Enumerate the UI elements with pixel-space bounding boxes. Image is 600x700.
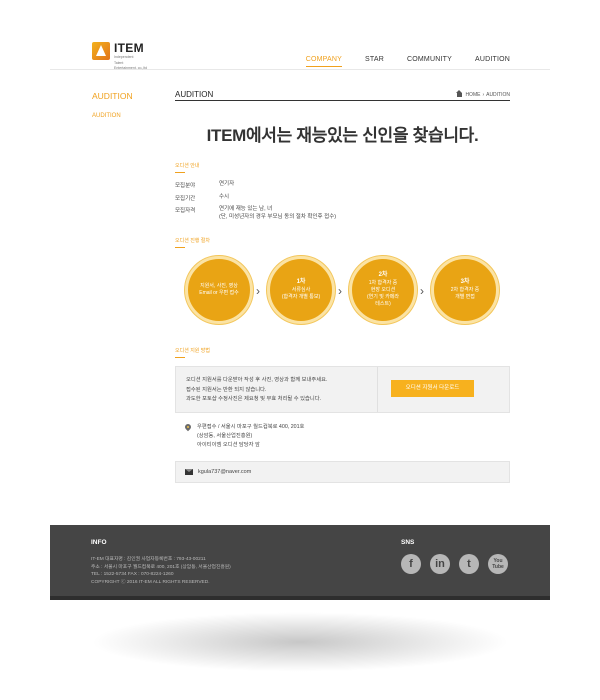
footer-line: IT-EM 대표자명 : 김인권 사업자등록번호 : 793-43-00211 bbox=[91, 557, 206, 562]
post-line: (상암동, 서울산업진흥원) bbox=[197, 433, 253, 439]
sidebar-title: AUDITION bbox=[92, 91, 133, 101]
apply-text-line: 오디션 지원서를 다운받아 작성 후 사진, 영상과 함께 보내주세요. bbox=[186, 377, 328, 383]
apply-text-line: 과도한 포토샵 수정사진은 제요청 및 무효 처리될 수 있습니다. bbox=[186, 396, 322, 402]
info-value: 연기자 bbox=[219, 181, 235, 187]
step-text: 1차 합격자 중 bbox=[368, 280, 398, 286]
linkedin-icon[interactable]: in bbox=[430, 554, 450, 574]
chevron-right-icon: › bbox=[420, 284, 424, 298]
info-value: 수시 bbox=[219, 194, 230, 200]
logo[interactable]: ITEM Independent Talent Entertainment. c… bbox=[92, 42, 147, 71]
step-text: Email or 우편 접수 bbox=[199, 290, 239, 296]
nav-item-company[interactable]: COMPANY bbox=[306, 56, 342, 67]
nav-item-community[interactable]: COMMUNITY bbox=[407, 56, 452, 67]
post-address: 우편접수 / 서울시 마포구 월드컵북로 400, 201호 (상암동, 서울산… bbox=[185, 423, 304, 450]
youtube-icon[interactable]: You Tube bbox=[488, 554, 508, 574]
location-pin-icon bbox=[185, 424, 191, 431]
info-key: 모집자격 bbox=[175, 208, 196, 214]
apply-info-box: 오디션 지원서를 다운받아 작성 후 사진, 영상과 함께 보내주세요. 접수된… bbox=[175, 366, 510, 413]
step-text: 테스트) bbox=[375, 301, 391, 307]
email-link[interactable]: kgula737@naver.com bbox=[198, 469, 251, 475]
logo-subtitle-1: Independent bbox=[114, 55, 134, 59]
post-line: 아이티이엠 오디션 담당자 앞 bbox=[197, 442, 260, 448]
process-step-apply: 지원서, 사진, 영상 Email or 우편 접수 bbox=[185, 256, 253, 324]
chevron-right-icon: › bbox=[338, 284, 342, 298]
step-number: 3차 bbox=[460, 279, 470, 285]
sidebar-item-audition[interactable]: AUDITION bbox=[92, 113, 121, 119]
footer: INFO IT-EM 대표자명 : 김인권 사업자등록번호 : 793-43-0… bbox=[50, 525, 550, 600]
info-value-note: (단, 미성년자의 경우 부모님 동의 절차 확인후 접수) bbox=[219, 213, 337, 220]
info-key: 모집분야 bbox=[175, 183, 196, 189]
footer-line: 주소 : 서울시 마포구 월드컵북로 400, 201호 (상암동, 서울산업진… bbox=[91, 564, 231, 570]
step-number: 2차 bbox=[378, 272, 388, 278]
twitter-icon[interactable]: t bbox=[459, 554, 479, 574]
home-icon[interactable] bbox=[456, 90, 463, 97]
main-nav: COMPANY STAR COMMUNITY AUDITION bbox=[283, 56, 510, 67]
breadcrumb-separator: › bbox=[482, 92, 485, 98]
mail-icon bbox=[185, 469, 193, 475]
footer-copyright: COPYRIGHT ⓒ 2016 IT-EM ALL RIGHTS RESERV… bbox=[91, 579, 210, 585]
header: ITEM Independent Talent Entertainment. c… bbox=[50, 0, 550, 70]
breadcrumb-home[interactable]: HOME bbox=[465, 92, 480, 98]
page: ITEM Independent Talent Entertainment. c… bbox=[0, 0, 600, 700]
title-divider bbox=[175, 100, 510, 101]
process-step-3: 3차 2차 합격자 중 개별 면접 bbox=[431, 256, 499, 324]
process-label: 오디션 진행 절차 bbox=[175, 237, 210, 248]
step-text: 2차 합격자 중 bbox=[450, 287, 480, 293]
process-step-2: 2차 1차 합격자 중 현장 오디션 (연기 및 카메라 테스트) bbox=[349, 256, 417, 324]
logo-subtitle-2: Talent bbox=[114, 60, 124, 65]
post-line: 우편접수 / 서울시 마포구 월드컵북로 400, 201호 bbox=[197, 424, 305, 430]
info-value: 연기에 재능 있는 남, 녀 bbox=[219, 206, 273, 212]
email-box: kgula737@naver.com bbox=[175, 461, 510, 483]
page-title: AUDITION bbox=[175, 90, 214, 99]
step-number: 1차 bbox=[296, 279, 306, 285]
process-step-1: 1차 서류심사 (합격자 개별 통보) bbox=[267, 256, 335, 324]
logo-icon bbox=[92, 42, 110, 60]
guide-label: 오디션 안내 bbox=[175, 162, 199, 173]
info-row-qualification: 모집자격 연기에 재능 있는 남, 녀 (단, 미성년자의 경우 부모님 동의 … bbox=[175, 206, 336, 221]
step-text: 개별 면접 bbox=[455, 294, 475, 300]
download-application-button[interactable]: 오디션 지원서 다운로드 bbox=[391, 380, 474, 397]
step-text: 지원서, 사진, 영상 bbox=[200, 283, 238, 289]
step-text: 서류심사 bbox=[291, 287, 311, 293]
chevron-right-icon: › bbox=[256, 284, 260, 298]
info-row-field: 모집분야 연기자 bbox=[175, 181, 234, 189]
footer-info-title: INFO bbox=[91, 539, 107, 546]
breadcrumb-current: AUDITION bbox=[486, 92, 510, 98]
apply-text-line: 접수된 지원서는 반환 되지 않습니다. bbox=[186, 386, 267, 393]
apply-label: 오디션 지원 방법 bbox=[175, 347, 210, 358]
facebook-icon[interactable]: f bbox=[401, 554, 421, 574]
headline: ITEM에서는 재능있는 신인을 찾습니다. bbox=[206, 126, 479, 145]
divider bbox=[377, 367, 378, 412]
logo-subtitle-3: Entertainment. co.,ltd bbox=[114, 66, 148, 70]
breadcrumb: HOME › AUDITION bbox=[456, 90, 510, 98]
step-text: (합격자 개별 통보) bbox=[281, 294, 321, 300]
info-row-period: 모집기간 수시 bbox=[175, 194, 229, 202]
step-text: 현장 오디션 bbox=[370, 287, 396, 293]
nav-item-star[interactable]: STAR bbox=[365, 56, 384, 67]
page-shadow bbox=[90, 612, 510, 672]
step-text: (연기 및 카메라 bbox=[366, 294, 400, 300]
footer-line: TEL : 1522-5734 FAX : 070-8224-1260 bbox=[91, 572, 174, 577]
info-key: 모집기간 bbox=[175, 196, 196, 202]
footer-sns-title: SNS bbox=[401, 539, 415, 546]
nav-item-audition[interactable]: AUDITION bbox=[475, 56, 510, 67]
logo-title: ITEM bbox=[114, 41, 144, 55]
